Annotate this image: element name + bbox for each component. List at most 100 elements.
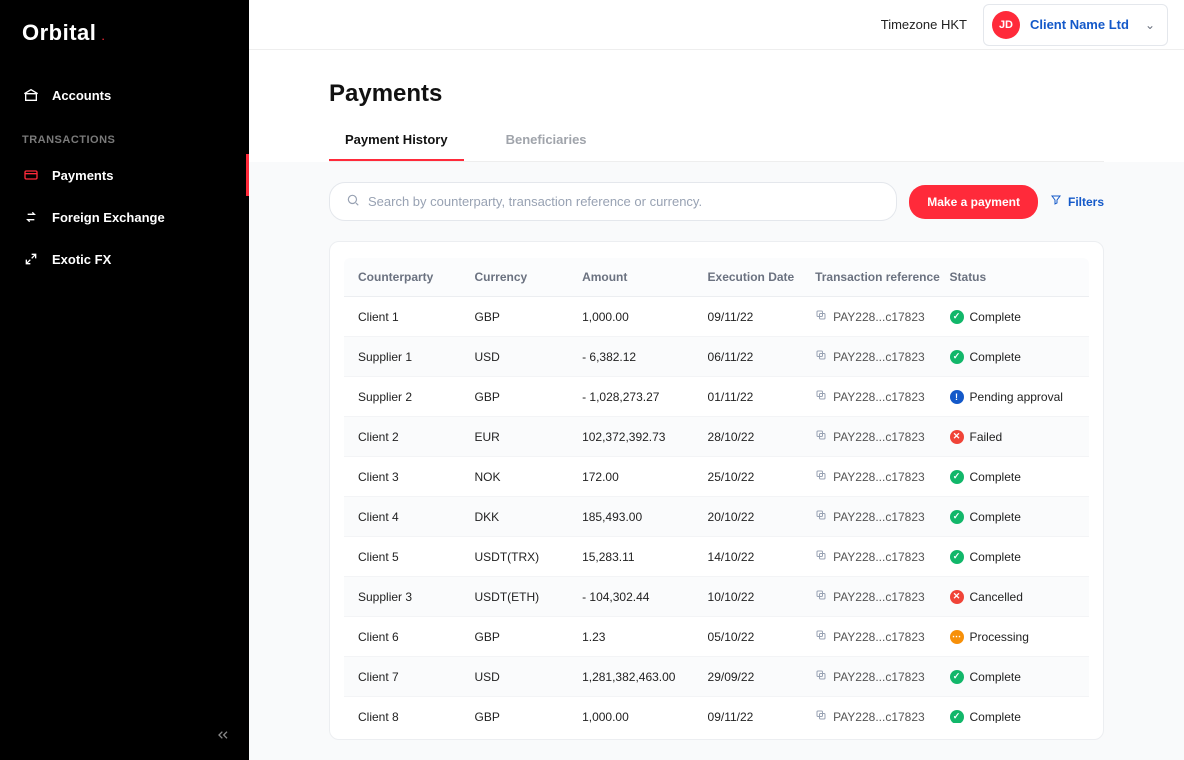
cell-ref: PAY228...c17823 [815, 549, 949, 564]
status-text: Complete [970, 670, 1021, 684]
status-dot-icon: ✓ [950, 310, 964, 324]
cell-currency: GBP [475, 630, 583, 644]
sidebar-item-payments[interactable]: Payments [0, 154, 249, 196]
cell-counterparty: Client 6 [358, 630, 475, 644]
copy-icon[interactable] [815, 469, 827, 484]
cell-amount: 1,000.00 [582, 310, 707, 324]
cell-status: ✓ Complete [950, 710, 1075, 724]
table-row[interactable]: Client 2 EUR 102,372,392.73 28/10/22 PAY… [344, 417, 1089, 457]
sidebar-item-accounts[interactable]: Accounts [0, 74, 249, 116]
cell-counterparty: Supplier 2 [358, 390, 475, 404]
copy-icon[interactable] [815, 429, 827, 444]
sidebar-item-foreign-exchange[interactable]: Foreign Exchange [0, 196, 249, 238]
chevron-down-icon: ⌄ [1145, 18, 1155, 32]
cell-date: 06/11/22 [708, 350, 816, 364]
payments-table: Counterparty Currency Amount Execution D… [329, 241, 1104, 740]
cell-ref: PAY228...c17823 [815, 429, 949, 444]
cell-counterparty: Client 5 [358, 550, 475, 564]
sidebar-item-exotic-fx[interactable]: Exotic FX [0, 238, 249, 280]
sidebar-item-label: Exotic FX [52, 252, 111, 267]
bank-icon [22, 86, 40, 104]
cell-date: 01/11/22 [708, 390, 816, 404]
ref-text: PAY228...c17823 [833, 670, 925, 684]
cell-date: 14/10/22 [708, 550, 816, 564]
filters-button[interactable]: Filters [1050, 194, 1104, 209]
cell-currency: NOK [475, 470, 583, 484]
cell-amount: 1,000.00 [582, 710, 707, 724]
brand-dot: . [96, 30, 110, 44]
copy-icon[interactable] [815, 349, 827, 364]
table-row[interactable]: Client 3 NOK 172.00 25/10/22 PAY228...c1… [344, 457, 1089, 497]
copy-icon[interactable] [815, 589, 827, 604]
cell-currency: USD [475, 670, 583, 684]
col-amount: Amount [582, 270, 707, 284]
cell-status: ✓ Complete [950, 310, 1075, 324]
cell-amount: - 6,382.12 [582, 350, 707, 364]
copy-icon[interactable] [815, 669, 827, 684]
table-row[interactable]: Supplier 3 USDT(ETH) - 104,302.44 10/10/… [344, 577, 1089, 617]
search-box[interactable] [329, 182, 897, 221]
brand-logo: Orbital. [0, 0, 249, 74]
table-row[interactable]: Client 4 DKK 185,493.00 20/10/22 PAY228.… [344, 497, 1089, 537]
table-row[interactable]: Client 1 GBP 1,000.00 09/11/22 PAY228...… [344, 297, 1089, 337]
collapse-sidebar-button[interactable] [215, 727, 231, 746]
copy-icon[interactable] [815, 389, 827, 404]
cell-status: ! Pending approval [950, 390, 1075, 404]
cell-ref: PAY228...c17823 [815, 629, 949, 644]
cell-currency: GBP [475, 390, 583, 404]
table-row[interactable]: Client 5 USDT(TRX) 15,283.11 14/10/22 PA… [344, 537, 1089, 577]
cell-status: ✕ Cancelled [950, 590, 1075, 604]
table-body[interactable]: Client 1 GBP 1,000.00 09/11/22 PAY228...… [344, 297, 1089, 723]
cell-amount: 1.23 [582, 630, 707, 644]
table-row[interactable]: Supplier 2 GBP - 1,028,273.27 01/11/22 P… [344, 377, 1089, 417]
cell-ref: PAY228...c17823 [815, 669, 949, 684]
card-icon [22, 166, 40, 184]
cell-currency: GBP [475, 310, 583, 324]
cell-status: ⋯ Processing [950, 630, 1075, 644]
table-row[interactable]: Client 7 USD 1,281,382,463.00 29/09/22 P… [344, 657, 1089, 697]
filter-icon [1050, 194, 1062, 209]
cell-currency: DKK [475, 510, 583, 524]
ref-text: PAY228...c17823 [833, 510, 925, 524]
sidebar-item-label: Foreign Exchange [52, 210, 165, 225]
copy-icon[interactable] [815, 709, 827, 723]
cell-ref: PAY228...c17823 [815, 469, 949, 484]
cell-currency: USD [475, 350, 583, 364]
status-text: Failed [970, 430, 1003, 444]
status-dot-icon: ✓ [950, 510, 964, 524]
ref-text: PAY228...c17823 [833, 350, 925, 364]
search-input[interactable] [368, 194, 880, 209]
table-row[interactable]: Client 8 GBP 1,000.00 09/11/22 PAY228...… [344, 697, 1089, 723]
status-dot-icon: ✓ [950, 670, 964, 684]
status-dot-icon: ✓ [950, 710, 964, 724]
status-dot-icon: ✓ [950, 350, 964, 364]
main: Timezone HKT JD Client Name Ltd ⌄ Paymen… [249, 0, 1184, 760]
make-payment-button[interactable]: Make a payment [909, 185, 1038, 219]
tab-payment-history[interactable]: Payment History [329, 132, 464, 161]
toolbar: Make a payment Filters [329, 162, 1104, 241]
timezone-label: Timezone HKT [881, 17, 967, 32]
copy-icon[interactable] [815, 509, 827, 524]
copy-icon[interactable] [815, 309, 827, 324]
table-row[interactable]: Supplier 1 USD - 6,382.12 06/11/22 PAY22… [344, 337, 1089, 377]
cell-date: 28/10/22 [708, 430, 816, 444]
table-row[interactable]: Client 6 GBP 1.23 05/10/22 PAY228...c178… [344, 617, 1089, 657]
status-dot-icon: ✓ [950, 470, 964, 484]
tab-beneficiaries[interactable]: Beneficiaries [490, 132, 603, 161]
table-header: Counterparty Currency Amount Execution D… [344, 258, 1089, 297]
sidebar: Orbital. Accounts TRANSACTIONS Payments [0, 0, 249, 760]
copy-icon[interactable] [815, 549, 827, 564]
col-ref: Transaction reference [815, 270, 949, 284]
cell-currency: GBP [475, 710, 583, 724]
cell-amount: - 104,302.44 [582, 590, 707, 604]
cell-ref: PAY228...c17823 [815, 589, 949, 604]
avatar: JD [992, 11, 1020, 39]
status-text: Complete [970, 550, 1021, 564]
cell-ref: PAY228...c17823 [815, 309, 949, 324]
copy-icon[interactable] [815, 629, 827, 644]
client-selector[interactable]: JD Client Name Ltd ⌄ [983, 4, 1168, 46]
nav-primary: Accounts TRANSACTIONS Payments Foreign E… [0, 74, 249, 296]
search-icon [346, 193, 360, 210]
cell-counterparty: Client 3 [358, 470, 475, 484]
cell-counterparty: Supplier 3 [358, 590, 475, 604]
